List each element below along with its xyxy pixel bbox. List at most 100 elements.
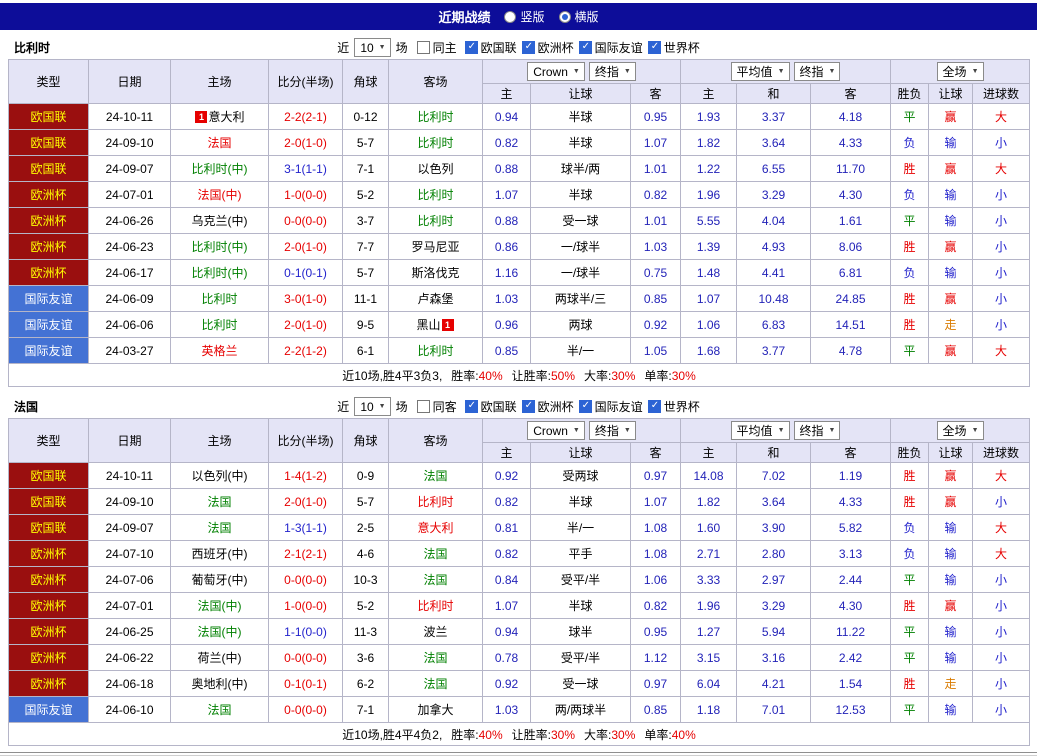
home-team-name: 西班牙(中): [192, 547, 248, 561]
match-score[interactable]: 0-0(0-0): [269, 208, 343, 234]
away-team-name: 比利时: [417, 599, 453, 613]
same-venue-checkbox[interactable]: 同客: [417, 398, 457, 415]
away-team[interactable]: 斯洛伐克: [389, 260, 483, 286]
euro-odds-time-select[interactable]: 终指▼: [794, 62, 841, 81]
away-team[interactable]: 法国: [389, 645, 483, 671]
euro-draw-odds: 2.80: [737, 541, 811, 567]
euro-odds-time-select[interactable]: 终指▼: [794, 421, 841, 440]
away-team[interactable]: 比利时: [389, 489, 483, 515]
away-team[interactable]: 比利时: [389, 182, 483, 208]
match-date: 24-06-18: [89, 671, 171, 697]
home-team[interactable]: 法国(中): [171, 619, 269, 645]
euro-average-select[interactable]: 平均值▼: [731, 62, 790, 81]
away-team[interactable]: 比利时: [389, 130, 483, 156]
match-score[interactable]: 2-1(2-1): [269, 541, 343, 567]
away-team[interactable]: 比利时: [389, 104, 483, 130]
match-score[interactable]: 1-1(0-0): [269, 619, 343, 645]
competition-type: 欧洲杯: [9, 671, 89, 697]
euro-average-select[interactable]: 平均值▼: [731, 421, 790, 440]
competition-checkbox[interactable]: 世界杯: [648, 39, 700, 56]
competition-checkbox[interactable]: 国际友谊: [579, 398, 643, 415]
competition-checkbox[interactable]: 欧洲杯: [522, 39, 574, 56]
bookmaker-select[interactable]: Crown▼: [527, 421, 585, 440]
home-team[interactable]: 法国: [171, 515, 269, 541]
away-team[interactable]: 法国: [389, 567, 483, 593]
home-team[interactable]: 奥地利(中): [171, 671, 269, 697]
competition-checkbox[interactable]: 欧洲杯: [522, 398, 574, 415]
home-team[interactable]: 西班牙(中): [171, 541, 269, 567]
result-cell: 胜: [891, 593, 929, 619]
home-team[interactable]: 荷兰(中): [171, 645, 269, 671]
euro-home-odds: 1.22: [681, 156, 737, 182]
home-team[interactable]: 1意大利: [171, 104, 269, 130]
competition-checkbox[interactable]: 世界杯: [648, 398, 700, 415]
col-asia-away: 客: [631, 84, 681, 104]
match-score[interactable]: 1-3(1-1): [269, 515, 343, 541]
match-score[interactable]: 2-0(1-0): [269, 312, 343, 338]
handicap-result-cell: 走: [929, 671, 973, 697]
goals-result-cell: 大: [973, 104, 1030, 130]
view-option[interactable]: 竖版: [504, 8, 544, 25]
away-team[interactable]: 意大利: [389, 515, 483, 541]
asia-odds-time-select[interactable]: 终指▼: [589, 62, 636, 81]
match-score[interactable]: 0-0(0-0): [269, 645, 343, 671]
away-team[interactable]: 加拿大: [389, 697, 483, 723]
match-score[interactable]: 2-0(1-0): [269, 489, 343, 515]
asia-odds-time-select[interactable]: 终指▼: [589, 421, 636, 440]
home-team[interactable]: 以色列(中): [171, 463, 269, 489]
away-team[interactable]: 比利时: [389, 338, 483, 364]
home-team-name: 意大利: [208, 110, 244, 124]
away-team[interactable]: 法国: [389, 671, 483, 697]
view-option[interactable]: 横版: [559, 8, 599, 25]
match-score[interactable]: 0-1(0-1): [269, 260, 343, 286]
away-team[interactable]: 法国: [389, 463, 483, 489]
col-euro-away: 客: [811, 443, 891, 463]
home-team[interactable]: 法国(中): [171, 182, 269, 208]
match-score[interactable]: 0-1(0-1): [269, 671, 343, 697]
match-count-select[interactable]: 10▼: [354, 397, 390, 416]
home-team[interactable]: 比利时(中): [171, 260, 269, 286]
competition-checkbox[interactable]: 欧国联: [465, 39, 517, 56]
away-team[interactable]: 比利时: [389, 208, 483, 234]
match-score[interactable]: 2-0(1-0): [269, 234, 343, 260]
same-venue-checkbox[interactable]: 同主: [417, 39, 457, 56]
summary-stat-label: 大率:: [584, 728, 611, 742]
away-team[interactable]: 卢森堡: [389, 286, 483, 312]
match-score[interactable]: 2-2(1-2): [269, 338, 343, 364]
col-score: 比分(半场): [269, 419, 343, 463]
away-team[interactable]: 黑山1: [389, 312, 483, 338]
home-team[interactable]: 比利时(中): [171, 156, 269, 182]
match-count-select[interactable]: 10▼: [354, 38, 390, 57]
away-team[interactable]: 以色列: [389, 156, 483, 182]
home-team[interactable]: 比利时: [171, 312, 269, 338]
home-team[interactable]: 法国: [171, 697, 269, 723]
away-team[interactable]: 波兰: [389, 619, 483, 645]
match-score[interactable]: 3-0(1-0): [269, 286, 343, 312]
scope-select[interactable]: 全场▼: [937, 421, 984, 440]
home-team[interactable]: 法国(中): [171, 593, 269, 619]
away-team[interactable]: 罗马尼亚: [389, 234, 483, 260]
match-score[interactable]: 0-0(0-0): [269, 567, 343, 593]
home-team[interactable]: 葡萄牙(中): [171, 567, 269, 593]
home-team[interactable]: 法国: [171, 130, 269, 156]
competition-checkbox[interactable]: 欧国联: [465, 398, 517, 415]
away-team[interactable]: 法国: [389, 541, 483, 567]
bookmaker-select[interactable]: Crown▼: [527, 62, 585, 81]
home-team[interactable]: 乌克兰(中): [171, 208, 269, 234]
match-score[interactable]: 3-1(1-1): [269, 156, 343, 182]
home-team-name: 比利时(中): [192, 162, 248, 176]
home-team[interactable]: 法国: [171, 489, 269, 515]
competition-checkbox[interactable]: 国际友谊: [579, 39, 643, 56]
asia-home-odds: 0.81: [483, 515, 531, 541]
home-team[interactable]: 比利时: [171, 286, 269, 312]
match-score[interactable]: 2-0(1-0): [269, 130, 343, 156]
home-team[interactable]: 英格兰: [171, 338, 269, 364]
match-score[interactable]: 0-0(0-0): [269, 697, 343, 723]
match-score[interactable]: 1-4(1-2): [269, 463, 343, 489]
match-score[interactable]: 1-0(0-0): [269, 182, 343, 208]
match-score[interactable]: 1-0(0-0): [269, 593, 343, 619]
away-team[interactable]: 比利时: [389, 593, 483, 619]
home-team[interactable]: 比利时(中): [171, 234, 269, 260]
scope-select[interactable]: 全场▼: [937, 62, 984, 81]
match-score[interactable]: 2-2(2-1): [269, 104, 343, 130]
